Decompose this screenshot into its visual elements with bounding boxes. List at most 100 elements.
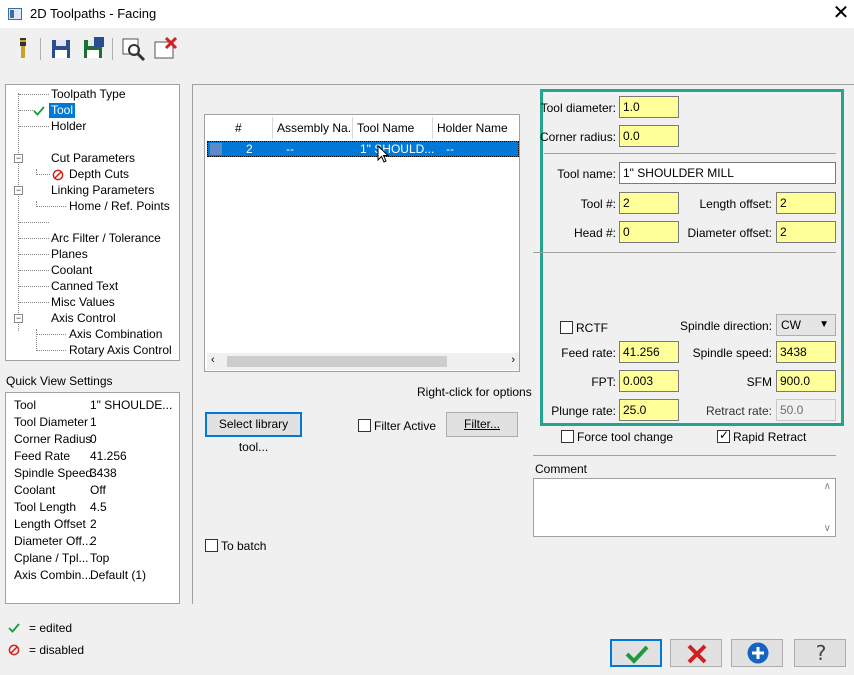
retract-rate-label: Retract rate: (705, 404, 772, 418)
scroll-right-icon[interactable]: › (511, 354, 515, 366)
help-button[interactable]: ? (794, 639, 846, 667)
scroll-thumb[interactable] (227, 356, 447, 367)
tree-item-cut-parameters[interactable]: Cut Parameters (51, 151, 135, 166)
column-header-number[interactable]: # (231, 117, 273, 139)
quick-view-panel: Tool 1" SHOULDE... Tool Diameter 1 Corner … (5, 392, 180, 604)
tool-diameter-field[interactable]: 1.0 (619, 96, 679, 118)
divider (533, 252, 836, 253)
save-icon[interactable] (48, 36, 74, 62)
filter-button[interactable]: Filter... (446, 412, 518, 437)
save-all-icon[interactable] (80, 36, 106, 62)
head-number-field[interactable]: 0 (619, 221, 679, 243)
fpt-field[interactable]: 0.003 (619, 370, 679, 392)
quick-view-row: Feed Rate 41.256 (14, 449, 127, 463)
diameter-offset-field[interactable]: 2 (776, 221, 836, 243)
divider (533, 455, 836, 456)
sfm-field[interactable]: 900.0 (776, 370, 836, 392)
tool-name-field[interactable]: 1" SHOULDER MILL (619, 162, 836, 184)
force-tool-change-checkbox[interactable] (561, 430, 574, 443)
quick-view-row: Diameter Off...2 (14, 534, 97, 548)
corner-radius-label: Corner radius: (540, 130, 617, 144)
table-row[interactable]: 2 -- 1" SHOULD... -- (207, 141, 519, 157)
tree-connector (36, 206, 66, 207)
scroll-down-icon[interactable]: ∨ (824, 523, 831, 534)
quick-view-row: Cplane / Tpl... Top (14, 551, 109, 565)
cancel-button[interactable] (670, 639, 722, 667)
rctf-checkbox[interactable] (560, 321, 573, 334)
divider (544, 153, 836, 154)
spindle-direction-label: Spindle direction: (680, 319, 773, 333)
row-holder-name: -- (446, 142, 454, 156)
parameter-tree: − − − Toolpath Type Tool Holder Cut Para… (5, 84, 180, 361)
tool-number-field[interactable]: 2 (619, 192, 679, 214)
delete-icon[interactable] (152, 36, 178, 62)
tool-icon[interactable] (10, 36, 36, 62)
edited-check-icon (33, 106, 45, 116)
to-batch-checkbox[interactable] (205, 539, 218, 552)
apply-button[interactable] (731, 639, 783, 667)
qv-key: Tool Length (14, 500, 77, 514)
horizontal-scrollbar[interactable]: ‹ › (207, 353, 519, 370)
scroll-left-icon[interactable]: ‹ (211, 354, 215, 366)
diameter-offset-label: Diameter offset: (687, 226, 772, 240)
tree-item-axis-control[interactable]: Axis Control (51, 311, 116, 326)
tree-collapse-icon[interactable]: − (14, 186, 23, 195)
tree-item-misc-values[interactable]: Misc Values (51, 295, 115, 310)
tree-collapse-icon[interactable]: − (14, 314, 23, 323)
length-offset-label: Length offset: (699, 197, 772, 211)
scroll-up-icon[interactable]: ∧ (824, 481, 831, 492)
spindle-direction-select[interactable]: CW ▼ (776, 314, 836, 336)
legend-edited: = edited (29, 621, 73, 635)
tool-diameter-label: Tool diameter: (540, 101, 616, 115)
plus-icon (747, 642, 769, 664)
tree-item-coolant[interactable]: Coolant (51, 263, 92, 278)
tree-item-planes[interactable]: Planes (51, 247, 88, 262)
feed-rate-label: Feed rate: (561, 346, 616, 360)
tree-connector (19, 270, 49, 271)
column-header-tool-name[interactable]: Tool Name (353, 117, 433, 139)
tree-item-depth-cuts[interactable]: Depth Cuts (69, 167, 129, 182)
tree-item-linking-parameters[interactable]: Linking Parameters (51, 183, 154, 198)
tree-item-arc-filter[interactable]: Arc Filter / Tolerance (51, 231, 161, 246)
inspect-icon[interactable] (120, 36, 146, 62)
quick-view-row: Tool Diameter 1 (14, 415, 97, 429)
quick-view-row: Tool 1" SHOULDE... (14, 398, 172, 412)
qv-value: 0 (90, 432, 97, 446)
tree-collapse-icon[interactable]: − (14, 154, 23, 163)
tree-connector (18, 93, 19, 331)
length-offset-field[interactable]: 2 (776, 192, 836, 214)
comment-textarea[interactable]: ∧ ∨ (533, 478, 836, 537)
spindle-speed-field[interactable]: 3438 (776, 341, 836, 363)
column-header-holder-name[interactable]: Holder Name (433, 117, 517, 139)
rapid-retract-checkbox[interactable] (717, 428, 730, 443)
tree-item-tool[interactable]: Tool (49, 103, 76, 118)
tool-number-label: Tool #: (580, 197, 616, 211)
spindle-direction-value: CW (781, 318, 801, 332)
column-header-assembly[interactable]: Assembly Na... (273, 117, 353, 139)
tree-item-holder[interactable]: Holder (51, 119, 86, 134)
select-library-tool-button[interactable]: Select library tool... (205, 412, 302, 454)
quick-view-title: Quick View Settings (6, 374, 113, 388)
plunge-rate-field[interactable]: 25.0 (619, 399, 679, 421)
tool-list[interactable]: # Assembly Na... Tool Name Holder Name 2… (204, 114, 520, 372)
qv-value: 2 (90, 534, 97, 548)
qv-key: Corner Radius (14, 432, 92, 446)
tree-item-rotary-axis-control[interactable]: Rotary Axis Control (69, 343, 172, 358)
ok-button[interactable] (610, 639, 662, 667)
feed-rate-field[interactable]: 41.256 (619, 341, 679, 363)
qv-value: 3438 (90, 466, 117, 480)
tree-connector (36, 350, 66, 351)
rapid-retract-label: Rapid Retract (733, 430, 807, 444)
tree-connector (36, 334, 66, 335)
tree-item-axis-combination[interactable]: Axis Combination (69, 327, 162, 342)
row-number: 2 (246, 142, 253, 156)
close-button[interactable]: ✕ (831, 2, 851, 24)
corner-radius-field[interactable]: 0.0 (619, 125, 679, 147)
tree-item-canned-text[interactable]: Canned Text (51, 279, 118, 294)
tree-connector (19, 254, 49, 255)
tree-item-home-ref-points[interactable]: Home / Ref. Points (69, 199, 170, 214)
filter-active-checkbox[interactable] (358, 419, 371, 432)
row-tool-name: 1" SHOULD... (360, 142, 435, 156)
row-assembly: -- (286, 142, 294, 156)
tree-item-toolpath-type[interactable]: Toolpath Type (51, 87, 126, 102)
